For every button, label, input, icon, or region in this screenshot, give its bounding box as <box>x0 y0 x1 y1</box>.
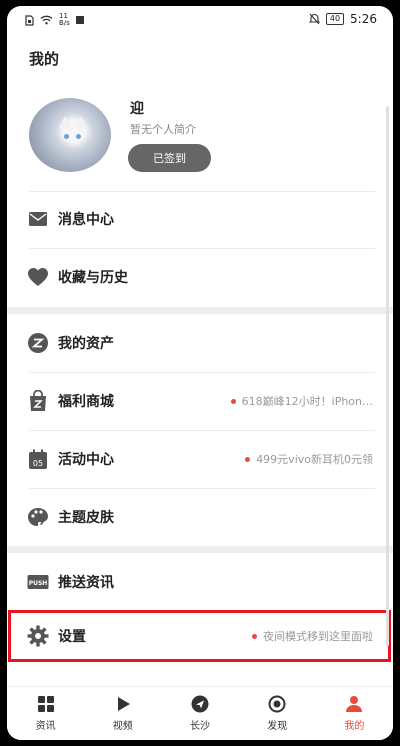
battery-indicator: 40 <box>325 13 345 25</box>
menu-item-favorites-history[interactable]: 收藏与历史 <box>7 248 393 306</box>
menu-item-welfare-mall[interactable]: 福利商城 618巅峰12小时！iPhon… <box>7 372 393 430</box>
nav-label: 资讯 <box>35 721 56 732</box>
menu-item-label: 活动中心 <box>58 452 114 468</box>
section-gap <box>7 546 393 553</box>
menu-item-label: 主题皮肤 <box>58 510 114 526</box>
nav-item-discover[interactable]: 发现 <box>239 687 316 740</box>
nav-label: 长沙 <box>190 721 210 732</box>
screen: 11 B/s 40 5:26 我的 迎 暂无个人简介 已签到 消息中心 收藏与历… <box>7 6 393 740</box>
red-dot-icon <box>230 398 236 404</box>
highlight-box <box>8 610 391 662</box>
target-icon <box>268 695 286 713</box>
person-icon <box>346 696 363 712</box>
nav-item-changsha[interactable]: 长沙 <box>161 687 238 740</box>
menu-item-activity-center[interactable]: 05 活动中心 499元vivo新耳机0元领 <box>7 430 393 488</box>
promo-hint-text: 499元vivo新耳机0元领 <box>256 453 373 466</box>
promo-hint: 618巅峰12小时！iPhon… <box>230 393 373 409</box>
svg-text:05: 05 <box>33 459 43 468</box>
menu-item-label: 我的资产 <box>58 336 114 352</box>
section-gap <box>7 307 393 314</box>
calendar-icon: 05 <box>27 448 49 470</box>
page-title: 我的 <box>29 50 60 68</box>
promo-hint: 499元vivo新耳机0元领 <box>245 451 373 467</box>
palette-icon <box>27 506 49 528</box>
nav-label: 视频 <box>112 721 133 732</box>
heart-icon <box>27 266 49 288</box>
network-speed-unit: B/s <box>59 19 70 27</box>
scrollbar[interactable] <box>386 106 389 646</box>
play-icon <box>117 697 130 711</box>
avatar[interactable] <box>29 98 111 172</box>
mail-icon <box>27 208 49 230</box>
grid-icon <box>37 696 54 712</box>
nav-item-video[interactable]: 视频 <box>84 687 161 740</box>
location-arrow-icon <box>191 695 209 713</box>
nav-label: 我的 <box>344 721 365 732</box>
sim-card-icon <box>25 14 34 26</box>
menu-item-push-news[interactable]: PUSH 推送资讯 <box>7 553 393 611</box>
profile-bio: 暂无个人简介 <box>130 123 196 136</box>
clock: 5:26 <box>350 12 377 26</box>
status-left: 11 B/s <box>25 13 84 27</box>
push-badge-text: PUSH <box>29 580 48 587</box>
phone-frame: 11 B/s 40 5:26 我的 迎 暂无个人简介 已签到 消息中心 收藏与历… <box>0 0 400 746</box>
menu-item-theme-skin[interactable]: 主题皮肤 <box>7 488 393 546</box>
status-bar: 11 B/s 40 5:26 <box>7 6 393 34</box>
menu-item-messages[interactable]: 消息中心 <box>7 190 393 248</box>
notification-square-icon <box>75 16 84 24</box>
signin-button[interactable]: 已签到 <box>128 144 211 172</box>
menu-item-my-assets[interactable]: 我的资产 <box>7 314 393 372</box>
bottom-nav: 资讯 视频 长沙 发现 我的 <box>7 686 393 740</box>
nav-item-mine[interactable]: 我的 <box>316 687 393 740</box>
menu-item-label: 福利商城 <box>58 394 114 410</box>
red-dot-icon <box>245 456 251 462</box>
menu-item-label: 推送资讯 <box>58 575 114 591</box>
mute-bell-icon <box>308 13 320 25</box>
network-speed: 11 B/s <box>59 13 70 27</box>
push-icon: PUSH <box>27 571 49 593</box>
status-right: 40 5:26 <box>308 12 377 26</box>
nav-label: 发现 <box>267 721 288 732</box>
asset-icon <box>27 332 49 354</box>
menu-item-label: 收藏与历史 <box>58 270 128 286</box>
menu-item-label: 消息中心 <box>58 212 114 228</box>
wifi-icon <box>40 15 53 25</box>
username[interactable]: 迎 <box>130 98 144 118</box>
nav-item-news[interactable]: 资讯 <box>7 687 84 740</box>
shopping-bag-icon <box>27 390 49 412</box>
promo-hint-text: 618巅峰12小时！iPhon… <box>241 395 373 408</box>
